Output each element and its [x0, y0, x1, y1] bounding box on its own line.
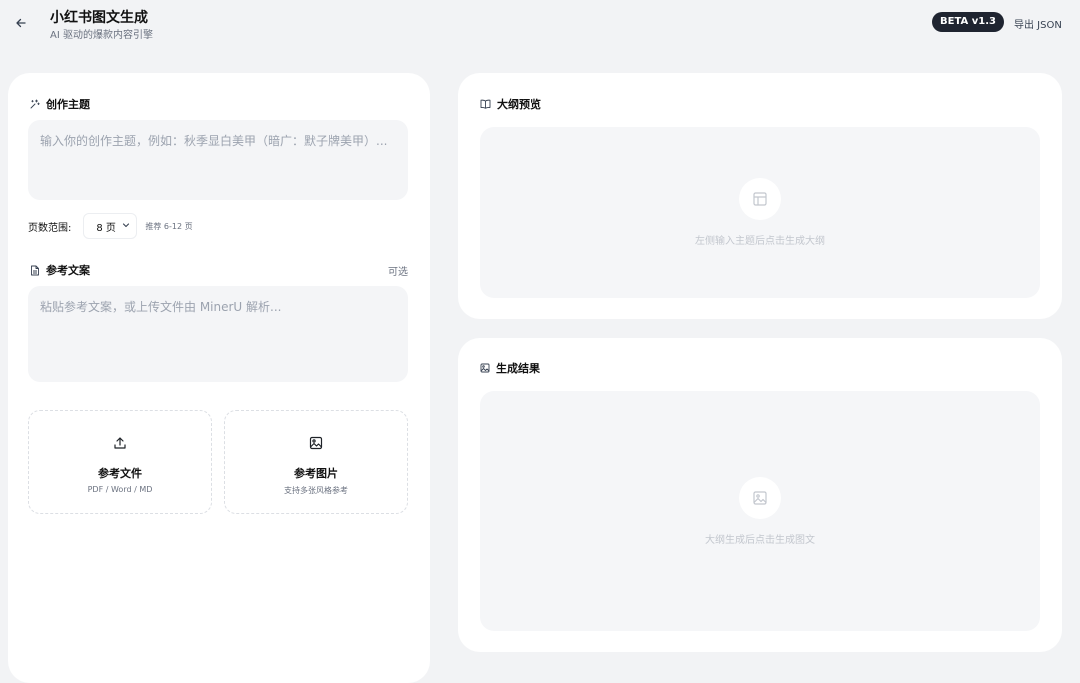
optional-label: 可选 [388, 267, 408, 278]
back-arrow-icon[interactable] [12, 14, 30, 32]
topic-heading: 创作主题 [30, 96, 90, 112]
input-panel: 创作主题 输入你的创作主题，例如：秋季显白美甲（暗广：默子牌美甲）... 页数范… [8, 73, 430, 683]
book-icon [480, 99, 491, 109]
app-header: 小红书图文生成 AI 驱动的爆款内容引擎 BETA v1.3 导出 JSON [0, 0, 1080, 52]
outline-empty-text: 左侧输入主题后点击生成大纲 [695, 236, 825, 247]
topic-heading-label: 创作主题 [46, 98, 90, 111]
reference-image-label: 参考图片 [294, 467, 338, 480]
reference-file-sub: PDF / Word / MD [87, 485, 153, 494]
layout-icon [739, 178, 781, 220]
version-badge: BETA v1.3 [932, 12, 1004, 32]
image-icon [309, 435, 323, 451]
reference-image-upload[interactable]: 参考图片 支持多张风格参考 [224, 410, 408, 514]
app-subtitle: AI 驱动的爆款内容引擎 [50, 30, 153, 41]
image-icon [739, 476, 781, 519]
outline-empty-state: 左侧输入主题后点击生成大纲 [480, 127, 1040, 298]
reference-image-sub: 支持多张风格参考 [284, 486, 348, 495]
page-count-value: 8 页 [96, 222, 116, 234]
reference-file-label: 参考文件 [98, 467, 142, 480]
page-range-row: 页数范围: 8 页 推荐 6-12 页 [28, 213, 193, 239]
upload-icon [113, 435, 127, 451]
reference-heading: 参考文案 [30, 262, 90, 278]
outline-heading-label: 大纲预览 [497, 98, 541, 111]
result-empty-state: 大纲生成后点击生成图文 [480, 391, 1040, 631]
document-icon [30, 265, 40, 276]
app-title: 小红书图文生成 [50, 10, 148, 26]
outline-panel: 大纲预览 左侧输入主题后点击生成大纲 [458, 73, 1062, 319]
page-range-hint: 推荐 6-12 页 [145, 221, 193, 231]
chevron-down-icon [122, 221, 130, 232]
outline-heading: 大纲预览 [480, 96, 541, 112]
result-empty-text: 大纲生成后点击生成图文 [705, 534, 815, 546]
sparkle-icon [30, 99, 40, 109]
result-panel: 生成结果 大纲生成后点击生成图文 [458, 338, 1062, 652]
result-heading: 生成结果 [480, 360, 540, 376]
reference-file-upload[interactable]: 参考文件 PDF / Word / MD [28, 410, 212, 514]
reference-heading-label: 参考文案 [46, 264, 90, 277]
reference-text-input[interactable]: 粘贴参考文案，或上传文件由 MinerU 解析... [28, 286, 408, 382]
image-icon [480, 363, 490, 373]
page-count-select[interactable]: 8 页 [83, 213, 138, 239]
page-range-label: 页数范围: [28, 222, 72, 234]
export-json-button[interactable]: 导出 JSON [1014, 16, 1062, 31]
result-heading-label: 生成结果 [496, 362, 540, 375]
topic-input[interactable]: 输入你的创作主题，例如：秋季显白美甲（暗广：默子牌美甲）... [28, 120, 408, 200]
